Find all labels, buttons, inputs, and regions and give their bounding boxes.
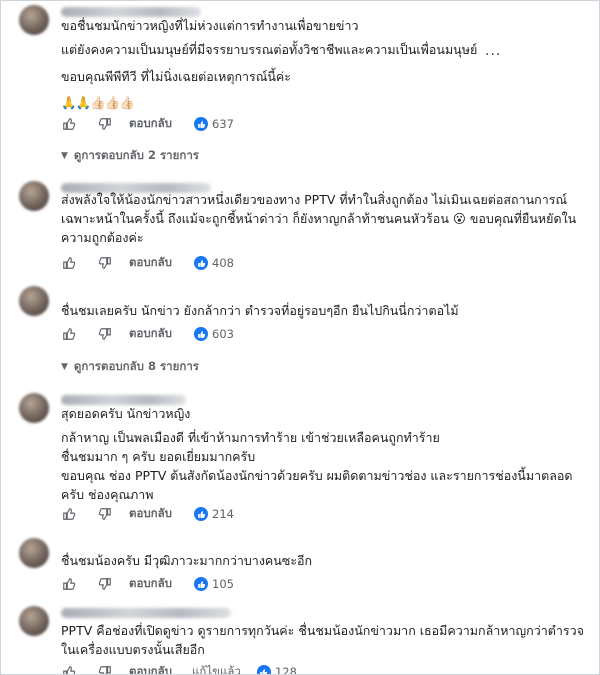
reaction-like-icon bbox=[194, 117, 208, 131]
comment-actions: ตอบกลับ 105 bbox=[61, 576, 234, 592]
avatar[interactable] bbox=[19, 538, 49, 568]
dislike-icon[interactable] bbox=[97, 326, 113, 342]
like-count: 637 bbox=[212, 117, 234, 131]
edited-label: แก้ไขแล้ว bbox=[192, 664, 241, 675]
like-icon[interactable] bbox=[61, 576, 77, 592]
reaction-summary[interactable]: 105 bbox=[194, 577, 234, 591]
dislike-icon[interactable] bbox=[97, 255, 113, 271]
reply-button[interactable]: ตอบกลับ bbox=[129, 663, 172, 674]
author-name-blurred[interactable] bbox=[61, 608, 231, 618]
avatar[interactable] bbox=[19, 5, 49, 35]
reply-button[interactable]: ตอบกลับ bbox=[129, 575, 172, 593]
view-replies-link[interactable]: ▼ ดูการตอบกลับ 8 รายการ bbox=[61, 358, 199, 376]
comment-text-line: PPTV คือช่องที่เปิดดูข่าว ดูรายการทุกวัน… bbox=[61, 623, 584, 638]
reaction-summary[interactable]: 214 bbox=[194, 507, 234, 521]
reaction-summary[interactable]: 128 bbox=[256, 665, 297, 675]
view-replies-label: ดูการตอบกลับ 2 รายการ bbox=[73, 148, 199, 162]
avatar[interactable] bbox=[19, 181, 49, 211]
reaction-summary[interactable]: 408 bbox=[194, 256, 234, 270]
like-icon[interactable] bbox=[61, 664, 77, 674]
comment-text-line: ความถูกต้องค่ะ bbox=[61, 230, 144, 245]
author-name-blurred[interactable] bbox=[61, 7, 201, 17]
dislike-icon[interactable] bbox=[97, 664, 113, 674]
chevron-down-icon: ▼ bbox=[61, 151, 68, 161]
reaction-like-icon bbox=[194, 327, 208, 341]
reply-button[interactable]: ตอบกลับ bbox=[129, 325, 172, 343]
view-replies-link[interactable]: ▼ ดูการตอบกลับ 2 รายการ bbox=[61, 147, 199, 165]
emoji-row: 🙏🙏👍🏻👍🏻👍🏻 bbox=[61, 95, 135, 110]
reply-button[interactable]: ตอบกลับ bbox=[129, 115, 172, 133]
like-icon[interactable] bbox=[61, 506, 77, 522]
like-icon[interactable] bbox=[61, 326, 77, 342]
comment-actions: ตอบกลับ 603 bbox=[61, 326, 234, 342]
reaction-like-icon bbox=[256, 665, 271, 674]
comment-text-line: แต่ยังคงความเป็นมนุษย์ที่มีจรรยาบรรณต่อท… bbox=[61, 42, 478, 57]
avatar[interactable] bbox=[19, 606, 49, 636]
dislike-icon[interactable] bbox=[97, 116, 113, 132]
like-count: 105 bbox=[212, 577, 234, 591]
comment-text-line: ครับ ช่องคุณภาพ bbox=[61, 487, 154, 502]
reply-button[interactable]: ตอบกลับ bbox=[129, 505, 172, 523]
reaction-like-icon bbox=[194, 577, 208, 591]
reaction-summary[interactable]: 637 bbox=[194, 117, 234, 131]
comment-text-line: ในเครื่องแบบตรงนั้นเสียอีก bbox=[61, 642, 205, 657]
comment-actions: ตอบกลับ แก้ไขแล้ว 128 bbox=[61, 663, 297, 675]
comment-text-line: ชื่นชมมาก ๆ ครับ ยอดเยี่ยมมากครับ bbox=[61, 449, 256, 464]
reaction-like-icon bbox=[194, 256, 208, 270]
avatar[interactable] bbox=[19, 393, 49, 423]
like-count: 408 bbox=[212, 256, 234, 270]
comments-panel: ขอชื่นชมนักข่าวหญิงที่ไม่ห่วงแต่การทำงาน… bbox=[0, 0, 600, 675]
comment-text-line: ชื่นชมเลยครับ นักข่าว ยังกล้ากว่า ตำรวจท… bbox=[61, 303, 459, 318]
dislike-icon[interactable] bbox=[97, 576, 113, 592]
view-replies-label: ดูการตอบกลับ 8 รายการ bbox=[73, 359, 199, 373]
comment-text-line: ขอบคุณพีพีทีวี ที่ไม่นิ่งเฉยต่อเหตุการณ์… bbox=[61, 69, 291, 84]
more-options-icon[interactable]: ... bbox=[485, 43, 501, 59]
reply-button[interactable]: ตอบกลับ bbox=[129, 254, 172, 272]
comment-text-line: สุดยอดครับ นักข่าวหญิง bbox=[61, 406, 191, 421]
reaction-like-icon bbox=[194, 507, 208, 521]
like-icon[interactable] bbox=[61, 255, 77, 271]
comment-text-line: ขอบคุณ ช่อง PPTV ต้นสังกัดน้องนักข่าวด้ว… bbox=[61, 468, 573, 483]
like-count: 603 bbox=[212, 327, 234, 341]
like-icon[interactable] bbox=[61, 116, 77, 132]
comment-text-line: เฉพาะหน้าในครั้งนี้ ถึงแม้จะถูกชี้หน้าด่… bbox=[61, 211, 577, 226]
comment-text-line: ชื่นชมน้องครับ มีวุฒิภาวะมากกว่าบางคนซะอ… bbox=[61, 553, 313, 568]
comment-text-line: ขอชื่นชมนักข่าวหญิงที่ไม่ห่วงแต่การทำงาน… bbox=[61, 18, 359, 33]
comment-actions: ตอบกลับ 214 bbox=[61, 506, 234, 522]
author-name-blurred[interactable] bbox=[61, 395, 186, 405]
comment-text-line: กล้าหาญ เป็นพลเมืองดี ที่เข้าห้ามการทำร้… bbox=[61, 430, 440, 445]
like-count: 128 bbox=[274, 665, 297, 675]
dislike-icon[interactable] bbox=[97, 506, 113, 522]
like-count: 214 bbox=[212, 507, 234, 521]
comment-actions: ตอบกลับ 408 bbox=[61, 255, 234, 271]
chevron-down-icon: ▼ bbox=[61, 362, 68, 372]
comment-text-line: ส่งพลังใจให้น้องนักข่าวสาวหนึ่งเดียวของท… bbox=[61, 192, 568, 207]
reaction-summary[interactable]: 603 bbox=[194, 327, 234, 341]
comment-actions: ตอบกลับ 637 bbox=[61, 116, 234, 132]
avatar[interactable] bbox=[19, 286, 49, 316]
